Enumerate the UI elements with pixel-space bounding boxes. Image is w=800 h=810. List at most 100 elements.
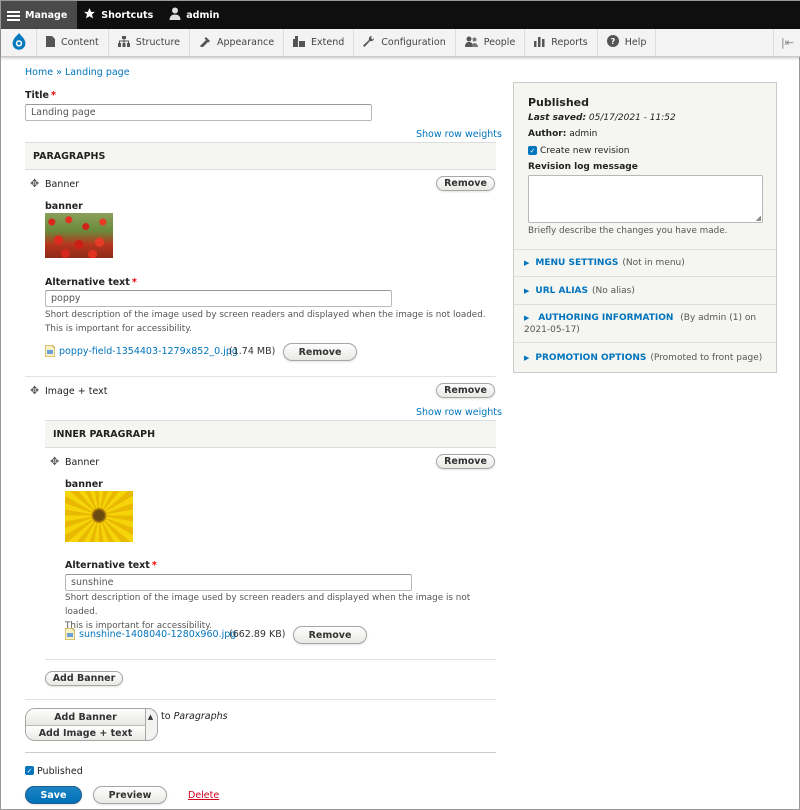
section-summary: (Promoted to front page): [650, 352, 763, 363]
preview-button[interactable]: Preview: [93, 786, 167, 804]
add-to-text: to Paragraphs: [161, 711, 228, 722]
paragraph-type-label: Banner: [45, 179, 80, 190]
shortcuts-tab[interactable]: Shortcuts: [77, 1, 163, 29]
delete-link[interactable]: Delete: [188, 790, 219, 801]
structure-icon: [117, 35, 130, 50]
dropbutton-toggle[interactable]: ▲: [144, 709, 157, 725]
help-icon: ?: [606, 35, 619, 50]
promotion-options-section[interactable]: ▶ PROMOTION OPTIONS (Promoted to front p…: [514, 343, 776, 372]
published-checkbox[interactable]: ✓: [25, 766, 34, 775]
authoring-information-section[interactable]: ▶ AUTHORING INFORMATION (By admin (1) on…: [514, 305, 776, 343]
file-link[interactable]: sunshine-1408040-1280x960.jpg: [79, 629, 236, 640]
menu-settings-section[interactable]: ▶ MENU SETTINGS (Not in menu): [514, 250, 776, 277]
tray-item-label: Reports: [551, 37, 588, 48]
author-label: Author:: [528, 129, 567, 139]
user-label: admin: [186, 9, 220, 21]
author-value: admin: [569, 129, 598, 139]
toolbar-orientation-toggle[interactable]: |⇤: [773, 29, 800, 56]
sidebar-meta: Published Last saved: 05/17/2021 - 11:52…: [514, 83, 776, 250]
file-link[interactable]: poppy-field-1354403-1279x852_0.jpg: [59, 346, 238, 357]
revision-log-label: Revision log message: [528, 162, 638, 172]
drag-handle-icon[interactable]: ✥: [50, 455, 59, 468]
tray-item-label: People: [483, 37, 516, 48]
add-banner-dropbutton-item[interactable]: Add Banner: [26, 709, 146, 725]
title-label-text: Title: [25, 90, 49, 101]
add-banner-button[interactable]: Add Banner: [45, 671, 123, 686]
drupal-logo[interactable]: [1, 29, 37, 56]
breadcrumb-home[interactable]: Home: [25, 67, 53, 78]
tray-item-label: Help: [624, 37, 647, 48]
poppy-thumbnail: [45, 213, 113, 258]
tray-item-reports[interactable]: Reports: [525, 29, 598, 56]
toolbar-tray: Content Structure Appearance Extend Conf…: [1, 29, 800, 57]
remove-paragraph-button[interactable]: Remove: [436, 454, 495, 469]
tray-item-content[interactable]: Content: [37, 29, 109, 56]
divider: [25, 752, 496, 753]
admin-toolbar: Manage Shortcuts admin: [1, 1, 800, 29]
alt-text-input[interactable]: poppy: [45, 290, 392, 307]
published-label: Published: [37, 766, 83, 777]
breadcrumb: Home » Landing page: [25, 67, 130, 78]
inner-paragraph-header: INNER PARAGRAPH: [45, 420, 496, 448]
section-title: PROMOTION OPTIONS: [535, 352, 647, 363]
star-icon: [83, 7, 96, 23]
url-alias-section[interactable]: ▶ URL ALIAS (No alias): [514, 277, 776, 305]
remove-paragraph-button[interactable]: Remove: [436, 176, 495, 191]
alt-text-label: Alternative text *: [65, 560, 157, 571]
publish-status: Published: [528, 96, 590, 109]
expand-triangle-icon: ▶: [524, 259, 530, 267]
drag-handle-icon[interactable]: ✥: [30, 384, 39, 397]
reports-icon: [534, 36, 545, 50]
alt-text-description: Short description of the image used by s…: [45, 310, 486, 334]
tray-item-structure[interactable]: Structure: [109, 29, 190, 56]
show-row-weights-link[interactable]: Show row weights: [416, 407, 502, 418]
alt-text-input[interactable]: sunshine: [65, 574, 412, 591]
user-tab[interactable]: admin: [163, 1, 229, 29]
remove-paragraph-button[interactable]: Remove: [436, 383, 495, 398]
required-marker: *: [131, 277, 137, 288]
resize-grip-icon[interactable]: ◢: [756, 214, 761, 222]
divider: [25, 699, 496, 700]
required-marker: *: [50, 90, 56, 101]
manage-tab[interactable]: Manage: [1, 1, 78, 29]
remove-file-button[interactable]: Remove: [283, 343, 357, 361]
divider: [45, 659, 496, 660]
divider: [25, 376, 496, 377]
revision-log-textarea[interactable]: ◢: [528, 175, 763, 223]
tray-item-people[interactable]: People: [456, 29, 526, 56]
create-revision-label: Create new revision: [540, 146, 630, 156]
tray-item-help[interactable]: ? Help: [598, 29, 657, 56]
show-row-weights-link[interactable]: Show row weights: [416, 129, 502, 140]
file-image-icon: [64, 627, 76, 643]
section-summary: (No alias): [592, 285, 635, 296]
banner-subtitle: banner: [45, 201, 83, 212]
sunflower-thumbnail: [65, 491, 133, 542]
add-to-label: to: [161, 711, 171, 722]
tray-item-extend[interactable]: Extend: [284, 29, 355, 56]
drupal-drop-icon: [11, 32, 27, 53]
breadcrumb-current[interactable]: Landing page: [65, 67, 130, 78]
title-input[interactable]: Landing page: [25, 104, 372, 121]
node-sidebar: Published Last saved: 05/17/2021 - 11:52…: [513, 82, 777, 373]
section-summary: 2021-05-17): [524, 325, 580, 335]
svg-text:?: ?: [610, 37, 615, 46]
expand-triangle-icon: ▶: [524, 353, 530, 362]
file-image-icon: [44, 344, 56, 360]
add-to-target: Paragraphs: [173, 711, 228, 722]
tray-item-appearance[interactable]: Appearance: [190, 29, 285, 56]
author: Author: admin: [528, 129, 597, 139]
last-saved-value: 05/17/2021 - 11:52: [588, 113, 676, 123]
extend-icon: [293, 35, 306, 50]
drag-handle-icon[interactable]: ✥: [30, 177, 39, 190]
tray-item-label: Content: [61, 37, 99, 48]
remove-file-button[interactable]: Remove: [293, 626, 367, 644]
tray-item-label: Structure: [135, 37, 180, 48]
tray-item-configuration[interactable]: Configuration: [354, 29, 456, 56]
last-saved: Last saved: 05/17/2021 - 11:52: [528, 113, 676, 123]
alt-text-description-line: Short description of the image used by s…: [65, 593, 471, 617]
add-image-text-dropbutton-item[interactable]: Add Image + text: [26, 725, 146, 740]
save-button[interactable]: Save: [25, 786, 82, 804]
create-revision-checkbox[interactable]: ✓: [528, 146, 537, 155]
title-label: Title *: [25, 90, 56, 101]
breadcrumb-separator: »: [56, 67, 62, 78]
